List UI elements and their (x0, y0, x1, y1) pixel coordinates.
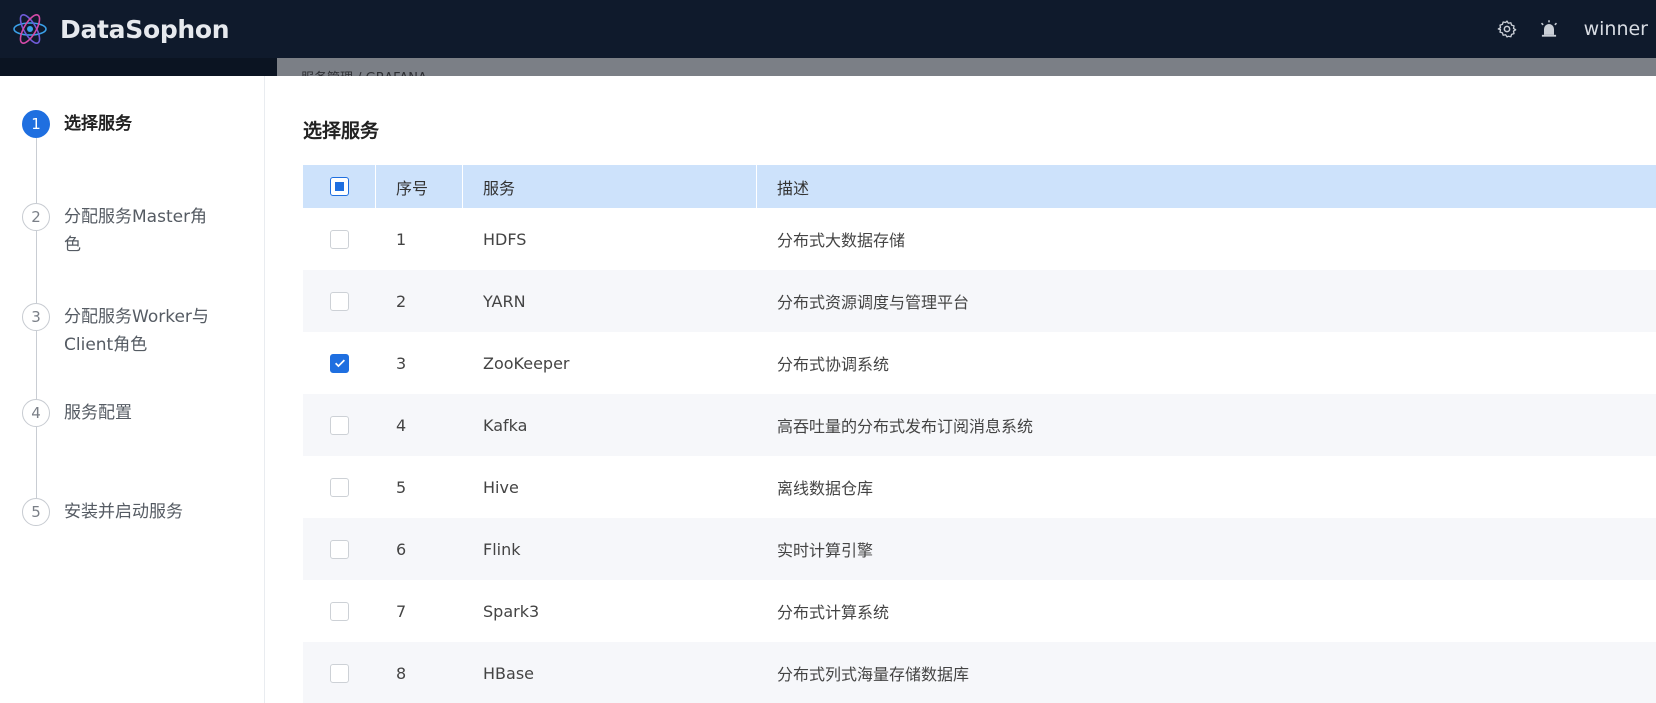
table-header: 序号 服务 描述 (303, 165, 1656, 208)
brand-name: DataSophon (60, 14, 230, 44)
step-label: 服务配置 (64, 403, 132, 423)
row-description: 离线数据仓库 (777, 479, 874, 498)
row-checkbox[interactable] (330, 539, 349, 559)
table-row[interactable]: 1 HDFS 分布式大数据存储 (303, 208, 1656, 270)
top-bar: DataSophon winner (0, 0, 1656, 58)
row-checkbox-cell (303, 208, 376, 270)
row-service-name: ZooKeeper (483, 353, 570, 373)
step-2[interactable]: 2 分配服务Master角色 (22, 203, 224, 259)
row-checkbox[interactable] (330, 663, 349, 683)
row-description: 分布式资源调度与管理平台 (777, 293, 970, 312)
row-number: 4 (396, 415, 407, 435)
step-number: 3 (22, 303, 50, 331)
select-all-checkbox[interactable] (329, 177, 349, 196)
background-page: 服务管理 / GRAFANA (277, 58, 1656, 76)
row-description: 高吞吐量的分布式发布订阅消息系统 (777, 417, 1034, 436)
row-number: 2 (396, 291, 407, 311)
row-service-name: Kafka (483, 415, 528, 435)
row-checkbox-cell (303, 642, 376, 703)
service-table: 序号 服务 描述 1 HDFS 分布式大数据存储 2 YARN 分布式资源调度与管理平台 3… (303, 165, 1656, 703)
table-row[interactable]: 7 Spark3 分布式计算系统 (303, 580, 1656, 642)
row-description: 分布式协调系统 (777, 355, 890, 374)
step-1[interactable]: 1 选择服务 (22, 110, 224, 138)
header-checkbox-cell (303, 165, 376, 208)
column-header-no: 序号 (376, 165, 463, 208)
step-label: 分配服务Master角色 (64, 207, 208, 255)
row-description: 分布式列式海量存储数据库 (777, 665, 970, 684)
step-3[interactable]: 3 分配服务Worker与Client角色 (22, 303, 224, 359)
step-label: 选择服务 (64, 114, 132, 134)
main-content: 选择服务 序号 服务 描述 1 HDFS 分布式大数据存储 2 YARN 分布式资源调度与… (265, 76, 1656, 703)
row-checkbox-cell (303, 270, 376, 332)
row-service-name: HBase (483, 663, 534, 683)
table-row[interactable]: 3 ZooKeeper 分布式协调系统 (303, 332, 1656, 394)
column-header-service: 服务 (463, 165, 757, 208)
table-row[interactable]: 2 YARN 分布式资源调度与管理平台 (303, 270, 1656, 332)
row-service-name: YARN (483, 291, 526, 311)
row-checkbox-cell (303, 394, 376, 456)
user-menu[interactable]: winner (1584, 18, 1648, 40)
row-checkbox-cell (303, 332, 376, 394)
row-description: 实时计算引擎 (777, 541, 874, 560)
step-connector (36, 138, 37, 203)
step-connector (36, 427, 37, 498)
row-checkbox[interactable] (330, 601, 349, 621)
row-description: 分布式大数据存储 (777, 231, 906, 250)
check-icon (334, 359, 345, 368)
table-row[interactable]: 6 Flink 实时计算引擎 (303, 518, 1656, 580)
row-number: 7 (396, 601, 407, 621)
row-number: 3 (396, 353, 407, 373)
row-number: 8 (396, 663, 407, 683)
row-checkbox[interactable] (330, 415, 349, 435)
row-service-name: HDFS (483, 229, 527, 249)
column-header-desc: 描述 (777, 178, 810, 198)
row-service-name: Hive (483, 477, 519, 497)
table-row[interactable]: 8 HBase 分布式列式海量存储数据库 (303, 642, 1656, 703)
row-checkbox[interactable] (330, 291, 349, 311)
step-number: 5 (22, 498, 50, 526)
step-label: 安装并启动服务 (64, 502, 183, 522)
page-title: 选择服务 (303, 120, 380, 142)
table-body: 1 HDFS 分布式大数据存储 2 YARN 分布式资源调度与管理平台 3 ZooKeeper… (303, 208, 1656, 703)
gear-icon[interactable] (1496, 18, 1518, 40)
table-row[interactable]: 5 Hive 离线数据仓库 (303, 456, 1656, 518)
step-label: 分配服务Worker与Client角色 (64, 307, 209, 355)
table-row[interactable]: 4 Kafka 高吞吐量的分布式发布订阅消息系统 (303, 394, 1656, 456)
add-service-drawer: 1 选择服务 2 分配服务Master角色 3 分配服务Worker与Clien… (0, 76, 1656, 703)
step-5[interactable]: 5 安装并启动服务 (22, 498, 224, 526)
steps-panel: 1 选择服务 2 分配服务Master角色 3 分配服务Worker与Clien… (0, 76, 265, 703)
step-number: 2 (22, 203, 50, 231)
atom-logo-icon (13, 14, 47, 44)
step-number: 4 (22, 399, 50, 427)
row-number: 1 (396, 229, 407, 249)
row-checkbox[interactable] (330, 477, 349, 497)
brand[interactable]: DataSophon (12, 11, 230, 47)
row-service-name: Flink (483, 539, 521, 559)
row-number: 5 (396, 477, 407, 497)
row-checkbox-cell (303, 580, 376, 642)
row-checkbox-cell (303, 456, 376, 518)
step-number: 1 (22, 110, 50, 138)
row-checkbox-cell (303, 518, 376, 580)
row-checkbox[interactable] (330, 229, 349, 249)
row-description: 分布式计算系统 (777, 603, 890, 622)
row-number: 6 (396, 539, 407, 559)
row-checkbox-checked[interactable] (330, 353, 349, 373)
step-4[interactable]: 4 服务配置 (22, 399, 224, 427)
row-service-name: Spark3 (483, 601, 540, 621)
breadcrumb: 服务管理 / GRAFANA (301, 67, 427, 76)
alarm-icon[interactable] (1538, 18, 1560, 40)
